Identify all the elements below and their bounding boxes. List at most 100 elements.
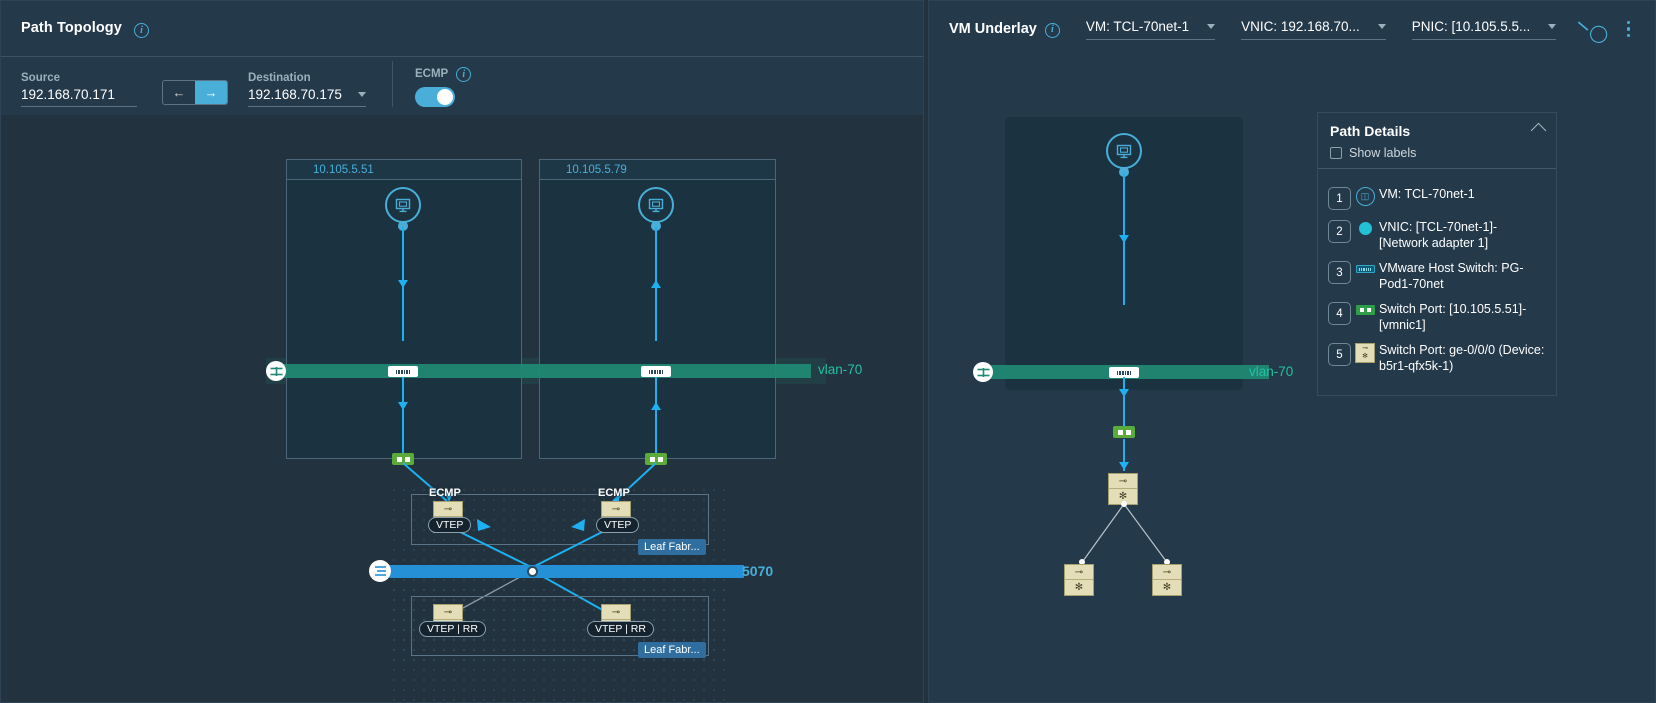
- info-icon[interactable]: i: [134, 23, 150, 39]
- direction-forward-button[interactable]: →: [195, 81, 227, 104]
- path-detail-text: Switch Port: [10.105.5.51]-[vmnic1]: [1379, 302, 1527, 332]
- underlay-router-row: ✻: [1118, 491, 1128, 502]
- overlay-bar-knob[interactable]: [527, 566, 538, 577]
- upstream-arrow-2b: [651, 402, 661, 410]
- switch-port-glyph: [1355, 305, 1375, 315]
- chevron-down-icon: [1548, 23, 1557, 29]
- overlay-endcap-icon: [369, 560, 391, 582]
- direction-backward-button[interactable]: ←: [163, 81, 195, 104]
- downstream-arrow-1: [398, 280, 408, 288]
- destination-select[interactable]: 192.168.70.175: [248, 87, 366, 107]
- underlay-leaf-1-switch-row: ⊸: [1065, 565, 1093, 580]
- host-switch-chip-1[interactable]: [388, 366, 418, 377]
- vm-circle-icon: ◫: [1355, 187, 1375, 206]
- ecmp-label: ECMP: [415, 67, 449, 80]
- vm-underlay-title: VM Underlay i: [949, 21, 1060, 38]
- source-field: Source 192.168.70.171: [21, 72, 137, 107]
- spine-fabric-tag[interactable]: Leaf Fabr...: [638, 642, 706, 658]
- underlay-leaf-node-1[interactable]: ⊸ ✻: [1064, 564, 1094, 596]
- vm-underlay-panel: VM Underlay i VM: TCL-70net-1 VNIC: 192.…: [928, 0, 1656, 703]
- device-node-icon: ⊸ ✻: [1351, 343, 1379, 363]
- vlan-to-port-link-2: [655, 377, 657, 458]
- path-details-card: Path Details Show labels 1 ◫ VM: TCL-70n…: [1317, 112, 1557, 396]
- show-labels-checkbox-box[interactable]: [1330, 147, 1342, 159]
- pnic-selector[interactable]: PNIC: [10.105.5.5...: [1411, 19, 1557, 40]
- vnic-selector[interactable]: VNIC: 192.168.70...: [1241, 19, 1386, 40]
- path-topology-title-text: Path Topology: [21, 19, 122, 36]
- overlay-glyph-icon: [374, 566, 386, 576]
- underlay-leaf-2-router-row: ✻: [1162, 582, 1172, 593]
- path-topology-header: Path Topology i: [1, 1, 923, 57]
- vtep-rr-tag-1: VTEP | RR: [419, 621, 486, 637]
- ecmp-tag-2: ECMP: [598, 487, 630, 499]
- leaf-node-1-switch-row: ⊸: [434, 502, 462, 517]
- path-detail-item-2[interactable]: 2 VNIC: [TCL-70net-1]-[Network adapter 1…: [1328, 219, 1546, 251]
- device-node-glyph: ⊸ ✻: [1355, 343, 1375, 363]
- underlay-vm-icon[interactable]: [1106, 133, 1142, 169]
- path-detail-text: Switch Port: ge-0/0/0 (Device: b5r1-qfx5…: [1379, 343, 1545, 373]
- path-detail-item-3[interactable]: 3 VMware Host Switch: PG-Pod1-70net: [1328, 260, 1546, 292]
- leaf-fabric-tag[interactable]: Leaf Fabr...: [638, 539, 706, 555]
- path-detail-number: 5: [1328, 343, 1351, 366]
- vnic-selector-label: VNIC: 192.168.70...: [1241, 18, 1360, 34]
- underlay-pnic-port-chip[interactable]: [1113, 426, 1135, 438]
- underlay-leaf-1-router-row: ✻: [1074, 582, 1084, 593]
- vm-underlay-header: VM Underlay i VM: TCL-70net-1 VNIC: 192.…: [929, 1, 1655, 57]
- path-detail-number: 3: [1328, 261, 1351, 284]
- path-topology-canvas[interactable]: 10.105.5.51 10.105.5.79 vlan-70 Leaf Fab…: [1, 115, 923, 702]
- monitor-icon: [395, 198, 411, 212]
- underlay-vlan-endcap-icon: [973, 362, 993, 382]
- vm-icon-host2[interactable]: [638, 187, 674, 223]
- network-glyph-icon: [270, 366, 282, 376]
- pin-icon[interactable]: ⚊◯: [1574, 10, 1613, 47]
- chevron-down-icon: [358, 92, 366, 97]
- destination-label: Destination: [248, 72, 311, 84]
- path-detail-item-4[interactable]: 4 Switch Port: [10.105.5.51]-[vmnic1]: [1328, 301, 1546, 333]
- host-switch-chip-2[interactable]: [641, 366, 671, 377]
- underlay-vlan-label: vlan-70: [1249, 364, 1294, 379]
- vm-underlay-info-icon[interactable]: i: [1044, 22, 1060, 38]
- path-details-title: Path Details: [1330, 123, 1411, 139]
- path-detail-item-1[interactable]: 1 ◫ VM: TCL-70net-1: [1328, 186, 1546, 210]
- path-details-list: 1 ◫ VM: TCL-70net-1 2 VNIC: [TCL-70net-1…: [1318, 169, 1556, 395]
- vnic-dot-icon: [1351, 220, 1379, 235]
- spine-node-1-switch-row: ⊸: [434, 605, 462, 620]
- vlan-70-bar[interactable]: [276, 364, 811, 378]
- path-topology-screen: Path Topology i Source 192.168.70.171 ← …: [0, 0, 1656, 703]
- ecmp-label-row: ECMP i: [415, 66, 472, 82]
- pnic-port-chip-2[interactable]: [645, 453, 667, 465]
- source-label: Source: [21, 72, 60, 84]
- ecmp-info-icon[interactable]: i: [456, 67, 472, 82]
- vm-underlay-canvas[interactable]: vlan-70 ⊸ ✻ ⊸ ✻ ⊸ ✻ Path Details Show la…: [929, 57, 1655, 702]
- monitor-icon: [648, 198, 664, 212]
- source-input[interactable]: 192.168.70.171: [21, 87, 137, 107]
- path-detail-item-5[interactable]: 5 ⊸ ✻ Switch Port: ge-0/0/0 (Device: b5r1…: [1328, 342, 1546, 374]
- show-labels-checkbox[interactable]: Show labels: [1330, 146, 1544, 160]
- path-detail-number: 1: [1328, 187, 1351, 210]
- monitor-icon: [1116, 144, 1132, 158]
- underlay-switch-row: ⊸: [1109, 474, 1137, 489]
- underlay-switch-node[interactable]: ⊸ ✻: [1108, 473, 1138, 505]
- path-detail-text: VMware Host Switch: PG-Pod1-70net: [1379, 261, 1524, 291]
- underlay-vlan-to-port-link: [1123, 377, 1125, 432]
- chevron-down-icon: [1207, 23, 1216, 29]
- host-switch-icon: [1351, 261, 1379, 273]
- vtep-rr-tag-2: VTEP | RR: [587, 621, 654, 637]
- page-title: Path Topology i: [21, 19, 150, 39]
- direction-toggle[interactable]: ← →: [162, 80, 228, 105]
- vnic-dot-glyph: [1358, 222, 1372, 235]
- host-2-label: 10.105.5.79: [540, 160, 775, 180]
- path-topology-controls: Source 192.168.70.171 ← → Destination 19…: [1, 57, 923, 115]
- ecmp-toggle-knob: [437, 89, 453, 105]
- host-1-label: 10.105.5.51: [287, 160, 521, 180]
- pnic-port-chip-1[interactable]: [392, 453, 414, 465]
- vtep-tag-2: VTEP: [596, 517, 640, 533]
- chevron-down-icon: [1377, 23, 1386, 29]
- kebab-menu-icon[interactable]: [1626, 20, 1631, 38]
- overlay-label-5070: 5070: [742, 563, 774, 579]
- underlay-leaf-node-2[interactable]: ⊸ ✻: [1152, 564, 1182, 596]
- vm-icon-host1[interactable]: [385, 187, 421, 223]
- overlay-5070-bar[interactable]: [389, 565, 744, 578]
- vm-selector[interactable]: VM: TCL-70net-1: [1085, 19, 1216, 40]
- ecmp-toggle[interactable]: [415, 87, 455, 107]
